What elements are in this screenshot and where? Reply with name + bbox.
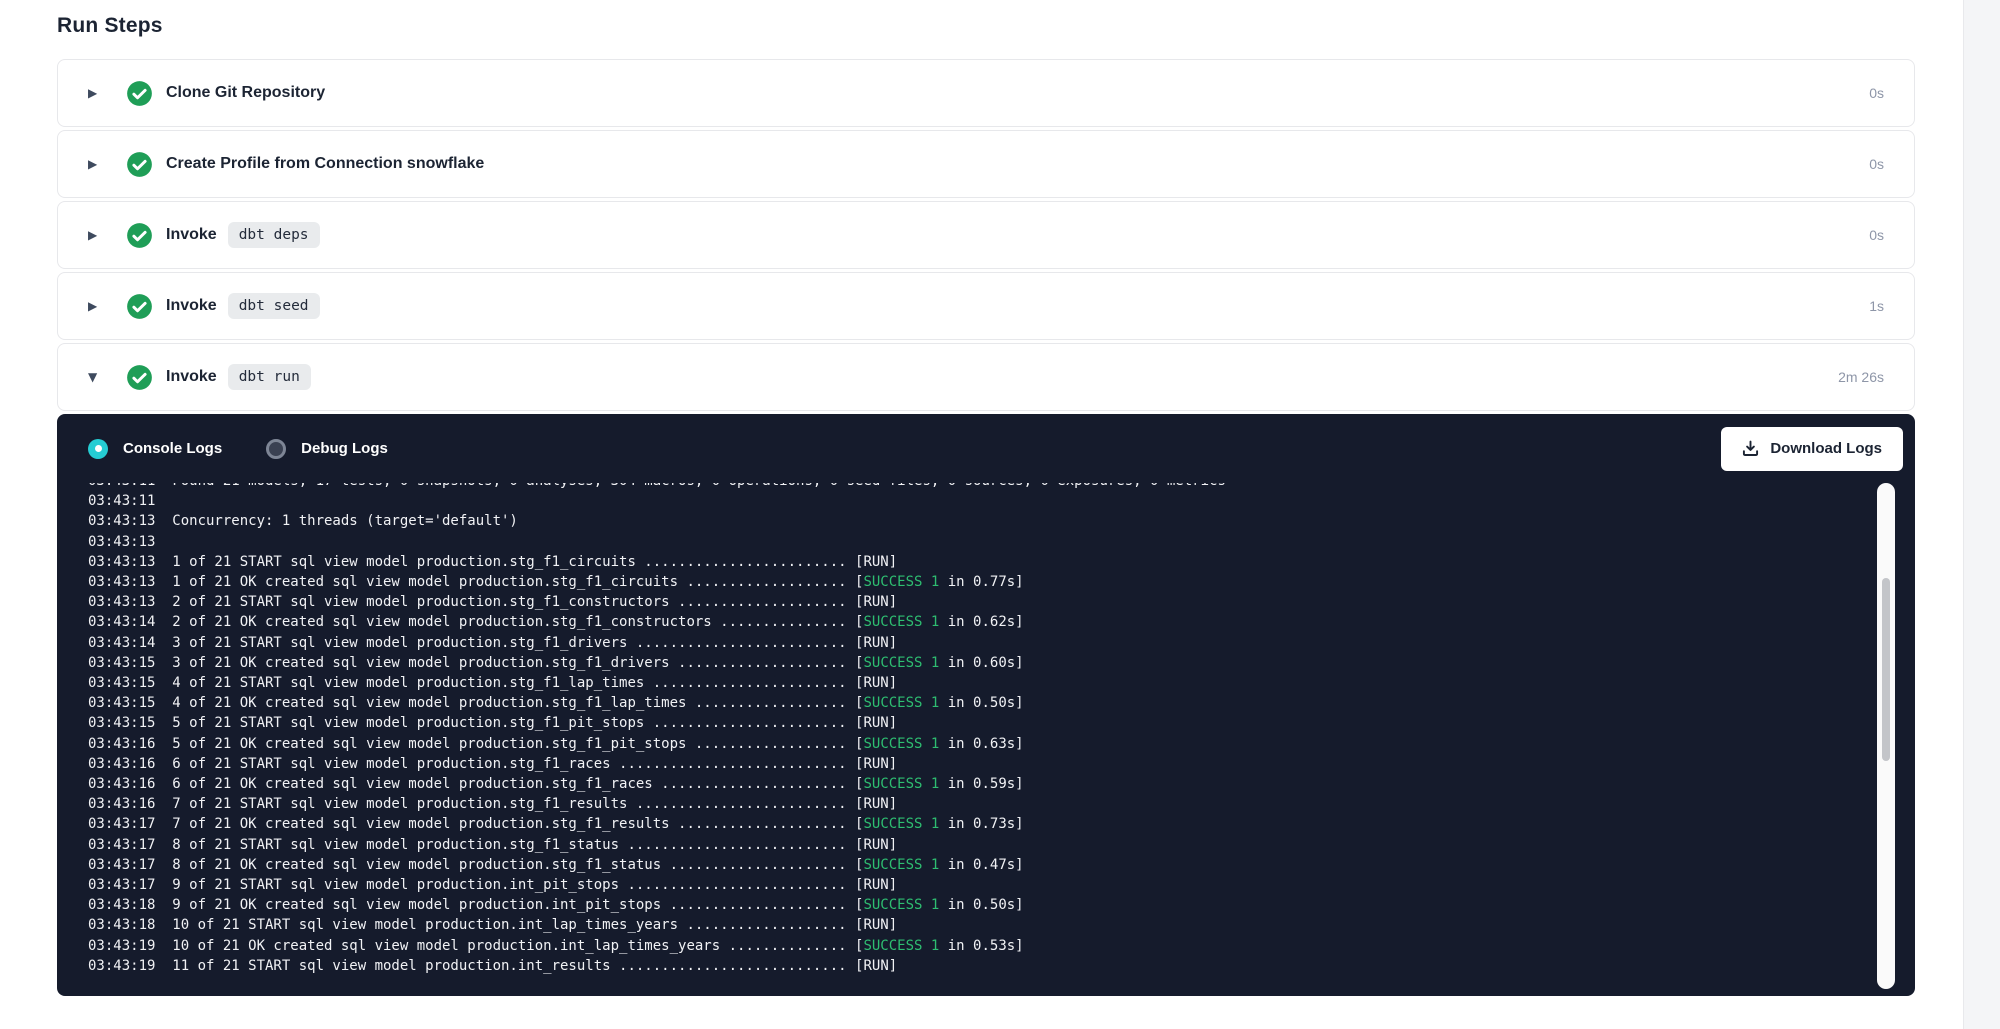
log-line: 03:43:17 7 of 21 OK created sql view mod… — [88, 814, 1915, 834]
log-line: 03:43:13 2 of 21 START sql view model pr… — [88, 592, 1915, 612]
log-scrollbar-thumb[interactable] — [1882, 578, 1890, 761]
success-check-icon — [126, 293, 153, 320]
step-row[interactable]: ▶ Clone Git Repository 0s — [57, 59, 1915, 127]
step-row[interactable]: ▼ Invoke dbt run 2m 26s — [57, 343, 1915, 411]
step-duration: 0s — [1869, 227, 1884, 243]
success-check-icon — [126, 364, 153, 391]
success-status: SUCCESS 1 — [863, 614, 939, 630]
success-status: SUCCESS 1 — [863, 897, 939, 913]
console-log-viewport[interactable]: 03:43:11 Found 21 models, 17 tests, 0 sn… — [57, 483, 1915, 989]
log-line: 03:43:13 1 of 21 START sql view model pr… — [88, 552, 1915, 572]
log-line: 03:43:13 — [88, 532, 1915, 552]
success-status: SUCCESS 1 — [863, 574, 939, 590]
log-line: 03:43:18 9 of 21 OK created sql view mod… — [88, 895, 1915, 915]
console-log-lines: 03:43:11 Found 21 models, 17 tests, 0 sn… — [57, 483, 1915, 976]
log-line: 03:43:16 7 of 21 START sql view model pr… — [88, 794, 1915, 814]
step-command-badge: dbt deps — [228, 222, 320, 248]
success-status: SUCCESS 1 — [863, 655, 939, 671]
download-logs-button[interactable]: Download Logs — [1721, 427, 1903, 471]
log-line: 03:43:15 3 of 21 OK created sql view mod… — [88, 653, 1915, 673]
step-label: Invoke — [166, 368, 217, 386]
success-check-icon — [126, 222, 153, 249]
log-line: 03:43:14 3 of 21 START sql view model pr… — [88, 633, 1915, 653]
console-logs-radio[interactable]: Console Logs — [88, 439, 222, 459]
chevron-right-icon[interactable]: ▶ — [88, 86, 104, 100]
step-duration: 0s — [1869, 156, 1884, 172]
chevron-down-icon[interactable]: ▼ — [88, 370, 104, 384]
log-line: 03:43:13 Concurrency: 1 threads (target=… — [88, 511, 1915, 531]
log-line: 03:43:19 11 of 21 START sql view model p… — [88, 956, 1915, 976]
right-page-gutter — [1963, 0, 2000, 1029]
log-line: 03:43:11 — [88, 491, 1915, 511]
log-line: 03:43:16 5 of 21 OK created sql view mod… — [88, 734, 1915, 754]
step-duration: 1s — [1869, 298, 1884, 314]
step-label: Create Profile from Connection snowflake — [166, 155, 484, 173]
download-logs-label: Download Logs — [1770, 440, 1882, 457]
page-title: Run Steps — [57, 14, 1915, 38]
step-duration: 0s — [1869, 85, 1884, 101]
chevron-right-icon[interactable]: ▶ — [88, 299, 104, 313]
log-line: 03:43:17 9 of 21 START sql view model pr… — [88, 875, 1915, 895]
success-status: SUCCESS 1 — [863, 857, 939, 873]
debug-logs-label: Debug Logs — [301, 440, 388, 457]
step-command-badge: dbt seed — [228, 293, 320, 319]
step-row[interactable]: ▶ Invoke dbt seed 1s — [57, 272, 1915, 340]
step-label: Clone Git Repository — [166, 84, 325, 102]
success-check-icon — [126, 80, 153, 107]
success-status: SUCCESS 1 — [863, 695, 939, 711]
run-steps-page: Run Steps ▶ Clone Git Repository 0s ▶ Create… — [0, 0, 1915, 996]
log-line: 03:43:16 6 of 21 OK created sql view mod… — [88, 774, 1915, 794]
success-status: SUCCESS 1 — [863, 816, 939, 832]
log-line: 03:43:15 4 of 21 OK created sql view mod… — [88, 693, 1915, 713]
step-label: Invoke — [166, 297, 217, 315]
log-scrollbar-track[interactable] — [1877, 483, 1895, 989]
step-label: Invoke — [166, 226, 217, 244]
log-line: 03:43:17 8 of 21 OK created sql view mod… — [88, 855, 1915, 875]
console-logs-label: Console Logs — [123, 440, 222, 457]
chevron-right-icon[interactable]: ▶ — [88, 157, 104, 171]
success-status: SUCCESS 1 — [863, 776, 939, 792]
log-line: 03:43:17 8 of 21 START sql view model pr… — [88, 835, 1915, 855]
log-line: 03:43:13 1 of 21 OK created sql view mod… — [88, 572, 1915, 592]
log-line: 03:43:14 2 of 21 OK created sql view mod… — [88, 612, 1915, 632]
step-row[interactable]: ▶ Create Profile from Connection snowflak… — [57, 130, 1915, 198]
log-line: 03:43:19 10 of 21 OK created sql view mo… — [88, 936, 1915, 956]
run-steps-list: ▶ Clone Git Repository 0s ▶ Create Profile f… — [57, 59, 1915, 411]
log-line: 03:43:11 Found 21 models, 17 tests, 0 sn… — [88, 483, 1915, 491]
radio-selected-icon[interactable] — [88, 439, 108, 459]
success-status: SUCCESS 1 — [863, 938, 939, 954]
console-log-panel: Console Logs Debug Logs Download Logs 03… — [57, 414, 1915, 996]
step-duration: 2m 26s — [1838, 369, 1884, 385]
success-check-icon — [126, 151, 153, 178]
debug-logs-radio[interactable]: Debug Logs — [266, 439, 388, 459]
log-line: 03:43:15 5 of 21 START sql view model pr… — [88, 713, 1915, 733]
step-row[interactable]: ▶ Invoke dbt deps 0s — [57, 201, 1915, 269]
log-line: 03:43:18 10 of 21 START sql view model p… — [88, 915, 1915, 935]
chevron-right-icon[interactable]: ▶ — [88, 228, 104, 242]
log-line: 03:43:15 4 of 21 START sql view model pr… — [88, 673, 1915, 693]
radio-unselected-icon[interactable] — [266, 439, 286, 459]
step-command-badge: dbt run — [228, 364, 311, 390]
console-header: Console Logs Debug Logs Download Logs — [57, 414, 1915, 483]
download-icon — [1742, 440, 1759, 457]
success-status: SUCCESS 1 — [863, 736, 939, 752]
log-line: 03:43:16 6 of 21 START sql view model pr… — [88, 754, 1915, 774]
